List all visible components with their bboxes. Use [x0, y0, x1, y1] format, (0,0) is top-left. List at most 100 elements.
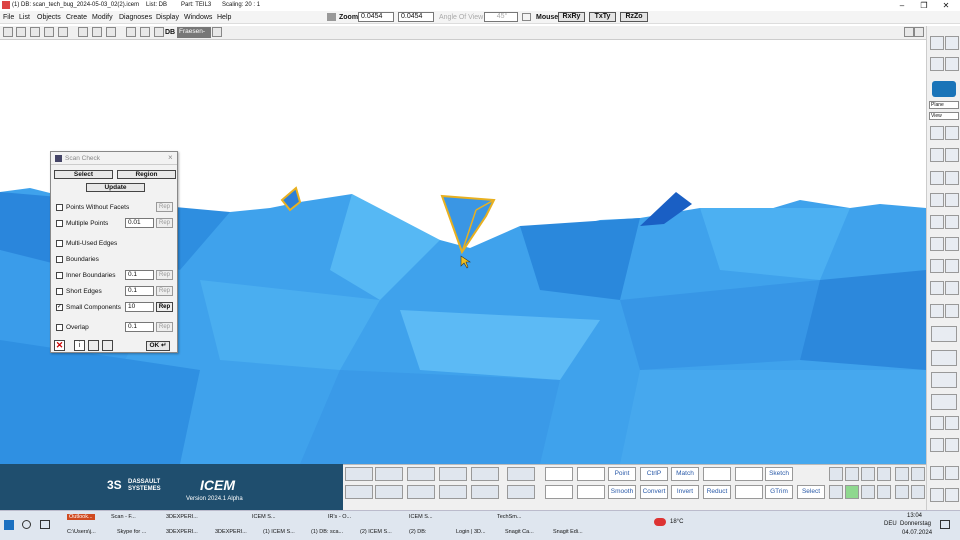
taskbar-item[interactable]: (2) ICEM S... — [360, 529, 392, 535]
rotate2-icon[interactable] — [945, 193, 959, 207]
layer-icon[interactable] — [140, 27, 150, 37]
print-report-icon[interactable] — [102, 340, 113, 351]
curve3-tool-icon[interactable] — [877, 467, 891, 481]
display-frame-icon[interactable] — [931, 326, 957, 342]
multiple-points-input[interactable]: 0.01 — [125, 218, 154, 228]
menu-help[interactable]: Help — [217, 14, 231, 21]
measure-icon[interactable] — [930, 438, 944, 452]
multiple-points-rep-button[interactable]: Rep — [156, 218, 173, 228]
select-palette-button[interactable]: Select — [797, 485, 825, 499]
dialog-close-icon[interactable]: × — [168, 153, 173, 162]
fit-icon[interactable] — [930, 237, 944, 251]
notification-icon[interactable] — [940, 520, 950, 529]
mouse-txty-button[interactable]: TxTy — [589, 12, 616, 22]
tree-tool-icon[interactable] — [439, 467, 467, 481]
shade2-icon[interactable] — [945, 281, 959, 295]
taskbar-item[interactable]: Snagit Ca... — [505, 529, 534, 535]
transform-icon[interactable] — [930, 466, 944, 480]
mouse-rxry-button[interactable]: RxRy — [558, 12, 585, 22]
taskbar-item[interactable]: (1) DB: sca... — [311, 529, 343, 535]
short-edges-checkbox[interactable] — [56, 288, 63, 295]
axis-x-icon[interactable] — [945, 126, 959, 140]
blank-button-7[interactable] — [735, 485, 763, 499]
menu-diagnoses[interactable]: Diagnoses — [119, 14, 152, 21]
rotate-icon[interactable] — [930, 193, 944, 207]
blank-button-5[interactable] — [545, 485, 573, 499]
view-dropdown[interactable]: View — [929, 112, 959, 120]
sun-icon[interactable] — [945, 57, 959, 71]
taskbar-item[interactable]: Scan - F... — [111, 514, 136, 520]
minimize-icon[interactable]: – — [892, 0, 912, 11]
menu-objects[interactable]: Objects — [37, 14, 61, 21]
angle-input[interactable]: 45° — [484, 12, 518, 22]
light-icon[interactable] — [945, 36, 959, 50]
mesh-tool-icon[interactable] — [507, 467, 535, 481]
info-icon[interactable]: i — [74, 340, 85, 351]
move2-icon[interactable] — [945, 416, 959, 430]
axis-v2-icon[interactable] — [945, 171, 959, 185]
small-components-checkbox[interactable]: ✓ — [56, 304, 63, 311]
axis-y-icon[interactable] — [930, 148, 944, 162]
new-icon[interactable] — [3, 27, 13, 37]
menu-modify[interactable]: Modify — [92, 14, 113, 21]
short-edges-rep-button[interactable]: Rep — [156, 286, 173, 296]
curve-tool-icon[interactable] — [345, 467, 373, 481]
save-as-icon[interactable] — [44, 27, 54, 37]
blank-button-1[interactable] — [545, 467, 573, 481]
taskbar-item[interactable]: (1) ICEM S... — [263, 529, 295, 535]
taskbar-item[interactable]: Skype for ... — [117, 529, 146, 535]
transform2-icon[interactable] — [945, 466, 959, 480]
menu-display[interactable]: Display — [156, 14, 179, 21]
reduct-button[interactable]: Reduct — [703, 485, 731, 499]
ctrlp-button[interactable]: CtrlP — [640, 467, 668, 481]
overlap-input[interactable]: 0.1 — [125, 322, 154, 332]
zoom-input-2[interactable]: 0.0454 — [398, 12, 434, 22]
sphere-view-icon[interactable] — [932, 81, 956, 97]
cancel-x-icon[interactable]: ✕ — [54, 340, 65, 351]
small-components-input[interactable]: 10 — [125, 302, 154, 312]
update-button[interactable]: Update — [86, 183, 145, 192]
clock-date[interactable]: 04.07.2024 — [902, 530, 932, 536]
line-tool-icon[interactable] — [829, 467, 843, 481]
copy-icon[interactable] — [92, 27, 102, 37]
menu-windows[interactable]: Windows — [184, 14, 212, 21]
taskbar-item[interactable]: TechSm... — [497, 514, 521, 520]
blank-button-6[interactable] — [577, 485, 605, 499]
windows-start-icon[interactable] — [4, 520, 14, 530]
inner-boundaries-checkbox[interactable] — [56, 272, 63, 279]
search-icon[interactable] — [22, 520, 31, 529]
taskbar-item[interactable]: IR's - O... — [328, 514, 351, 520]
zoom-box2-icon[interactable] — [945, 259, 959, 273]
smooth-button[interactable]: Smooth — [608, 485, 636, 499]
taskbar-item[interactable]: Outlook... — [67, 514, 95, 520]
line2-tool-icon[interactable] — [845, 467, 859, 481]
align-icon[interactable] — [930, 488, 944, 502]
convert-button[interactable]: Convert — [640, 485, 668, 499]
arc-tool-icon[interactable] — [375, 467, 403, 481]
layer2-icon[interactable] — [154, 27, 164, 37]
move-icon[interactable] — [930, 416, 944, 430]
taskbar-item[interactable]: 3DEXPERI... — [166, 529, 198, 535]
green-tool-icon[interactable] — [845, 485, 859, 499]
move-tool-icon[interactable] — [375, 485, 403, 499]
region-button[interactable]: Region — [117, 170, 176, 179]
axis-v-icon[interactable] — [930, 171, 944, 185]
open-icon[interactable] — [16, 27, 26, 37]
menu-file[interactable]: File — [3, 14, 14, 21]
magnifier-icon[interactable] — [931, 394, 957, 410]
dots-tool-icon[interactable] — [895, 467, 909, 481]
overlap-checkbox[interactable] — [56, 324, 63, 331]
axis-z-icon[interactable] — [930, 126, 944, 140]
match-button[interactable]: Match — [671, 467, 699, 481]
blank-button-4[interactable] — [735, 467, 763, 481]
db-selector[interactable]: Fraesen- — [177, 27, 211, 38]
pan-icon[interactable] — [930, 215, 944, 229]
task-view-icon[interactable] — [40, 520, 50, 529]
dots3-tool-icon[interactable] — [895, 485, 909, 499]
shape2-tool-icon[interactable] — [861, 485, 875, 499]
align2-icon[interactable] — [945, 488, 959, 502]
points-without-facets-rep-button[interactable]: Rep — [156, 202, 173, 212]
shape-tool-icon[interactable] — [829, 485, 843, 499]
inner-boundaries-input[interactable]: 0.1 — [125, 270, 154, 280]
taskbar-item[interactable]: Login | 3D... — [456, 529, 486, 535]
